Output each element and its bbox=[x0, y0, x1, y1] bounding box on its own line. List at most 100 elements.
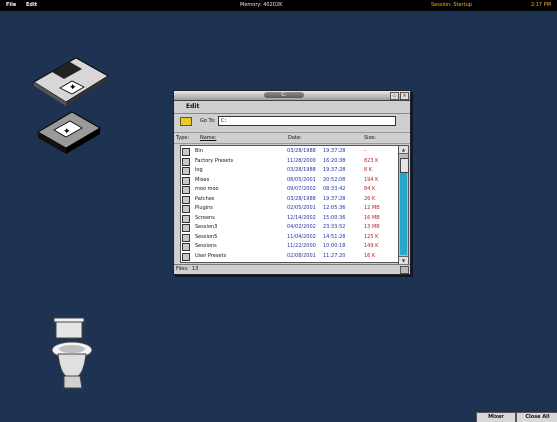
file-name: Session5 bbox=[195, 233, 218, 240]
memory-readout: Memory: 40202K bbox=[240, 2, 283, 8]
file-size: 125 K bbox=[364, 233, 379, 240]
file-time: 20:52:08 bbox=[323, 176, 346, 183]
goto-input[interactable]: C: bbox=[218, 116, 396, 126]
file-size: 12 MB bbox=[364, 205, 380, 211]
menu-bar: File Edit Memory: 40202K Session: Startu… bbox=[0, 0, 557, 11]
file-date: 04/02/2002 bbox=[287, 224, 316, 230]
file-date: 12/14/2002 bbox=[287, 214, 316, 221]
list-item[interactable]: log 03/28/1988 19:37:28 8 K bbox=[181, 166, 399, 175]
folder-icon bbox=[182, 148, 190, 156]
file-browser-window: C: ◇ × Edit Go To: C: Type: Name: Date: … bbox=[173, 90, 411, 275]
file-name: Patches bbox=[195, 195, 215, 202]
window-title-bar[interactable]: C: ◇ × bbox=[174, 91, 410, 101]
file-time: 19:37:28 bbox=[323, 195, 346, 202]
file-date: 03/28/1988 bbox=[287, 167, 316, 173]
vertical-scrollbar[interactable]: ▲ ▼ bbox=[398, 145, 409, 265]
file-time: 15:00:36 bbox=[323, 214, 346, 221]
file-time: 14:51:28 bbox=[323, 233, 346, 240]
file-time: 19:37:28 bbox=[323, 148, 346, 154]
file-name: moo moo bbox=[195, 186, 219, 192]
file-time: 12:05:36 bbox=[323, 205, 346, 211]
folder-icon bbox=[182, 176, 190, 185]
file-date: 09/07/2002 bbox=[287, 186, 316, 192]
folder-icon bbox=[182, 186, 190, 194]
folder-icon bbox=[182, 233, 190, 242]
edit-menu[interactable]: Edit bbox=[186, 103, 199, 110]
file-name: Plugins bbox=[195, 205, 213, 211]
collapse-icon[interactable]: ◇ bbox=[390, 92, 399, 100]
file-date: 03/28/1988 bbox=[287, 195, 316, 202]
file-size: 8 K bbox=[364, 167, 373, 173]
hard-disk-icon[interactable]: ✦ bbox=[36, 108, 102, 156]
file-date: 11/22/2000 bbox=[287, 243, 316, 249]
folder-icon bbox=[182, 243, 190, 251]
list-item[interactable]: Screens 12/14/2002 15:00:36 16 MB bbox=[181, 214, 399, 223]
file-time: 11:27:20 bbox=[323, 252, 346, 259]
list-item[interactable]: Bin 03/28/1988 19:37:28 – bbox=[181, 147, 399, 156]
file-date: 11/04/2002 bbox=[287, 233, 316, 240]
folder-icon bbox=[182, 205, 190, 213]
divider bbox=[174, 113, 410, 114]
folder-icon bbox=[182, 252, 190, 261]
file-name: Bin bbox=[195, 148, 203, 154]
list-item[interactable]: Factory Presets 11/28/2000 16:20:38 823 K bbox=[181, 157, 399, 166]
list-item[interactable]: Sessions 11/22/2000 10:00:18 149 K bbox=[181, 242, 399, 251]
file-time: 16:20:38 bbox=[323, 157, 346, 164]
file-size: 26 K bbox=[364, 195, 376, 202]
file-time: 23:33:52 bbox=[323, 224, 346, 230]
goto-label: Go To: bbox=[200, 118, 216, 124]
list-item[interactable]: Patches 03/28/1988 19:37:28 26 K bbox=[181, 195, 399, 204]
menu-file[interactable]: File bbox=[6, 0, 16, 11]
file-size: – bbox=[364, 148, 367, 154]
list-item[interactable]: User Presets 02/08/2001 11:27:20 16 K bbox=[181, 252, 399, 261]
goto-row: Go To: C: bbox=[174, 115, 410, 127]
trash-toilet-icon[interactable] bbox=[48, 316, 98, 392]
header-name[interactable]: Name: bbox=[200, 135, 216, 141]
file-name: Factory Presets bbox=[195, 157, 234, 164]
file-time: 19:37:28 bbox=[323, 167, 346, 173]
folder-icon bbox=[182, 224, 190, 232]
header-date[interactable]: Date: bbox=[288, 135, 302, 141]
scroll-up-icon[interactable]: ▲ bbox=[399, 146, 408, 154]
folder-icon bbox=[182, 157, 190, 166]
resize-grip-icon[interactable] bbox=[400, 266, 409, 274]
list-item[interactable]: Plugins 02/05/2001 12:05:36 12 MB bbox=[181, 204, 399, 213]
file-time: 08:33:42 bbox=[323, 186, 346, 192]
floppy-disk-icon[interactable]: ✦ bbox=[30, 52, 110, 106]
file-size: 149 K bbox=[364, 243, 379, 249]
scroll-track[interactable] bbox=[400, 173, 407, 255]
file-size: 16 K bbox=[364, 252, 376, 259]
svg-text:✦: ✦ bbox=[69, 83, 77, 93]
svg-text:✦: ✦ bbox=[63, 127, 71, 137]
list-item[interactable]: Session3 04/02/2002 23:33:52 13 MB bbox=[181, 223, 399, 232]
list-item[interactable]: Mixes 08/05/2001 20:52:08 194 K bbox=[181, 176, 399, 185]
folder-icon bbox=[182, 195, 190, 204]
window-footer: Files: 13 bbox=[174, 264, 410, 274]
file-name: log bbox=[195, 167, 203, 173]
files-label: Files: bbox=[176, 266, 189, 272]
file-date: 02/05/2001 bbox=[287, 205, 316, 211]
file-date: 11/28/2000 bbox=[287, 157, 316, 164]
list-item[interactable]: moo moo 09/07/2002 08:33:42 84 K bbox=[181, 185, 399, 194]
file-name: Screens bbox=[195, 214, 215, 221]
close-icon[interactable]: × bbox=[400, 92, 409, 100]
file-name: Sessions bbox=[195, 243, 217, 249]
file-list: Bin 03/28/1988 19:37:28 – Factory Presets 11/… bbox=[180, 145, 400, 263]
window-title: C: bbox=[264, 92, 304, 98]
parent-folder-icon[interactable] bbox=[180, 117, 192, 126]
header-type[interactable]: Type: bbox=[176, 135, 189, 141]
header-size[interactable]: Size: bbox=[364, 135, 376, 141]
file-size: 16 MB bbox=[364, 214, 380, 221]
menu-edit[interactable]: Edit bbox=[26, 0, 37, 11]
scroll-thumb[interactable] bbox=[400, 158, 409, 173]
clock: 2:17 PM bbox=[530, 2, 551, 8]
file-name: Mixes bbox=[195, 176, 210, 183]
session-readout: Session: Startup bbox=[431, 2, 472, 8]
file-time: 10:00:18 bbox=[323, 243, 346, 249]
document-icon bbox=[182, 167, 190, 175]
scroll-down-icon[interactable]: ▼ bbox=[399, 256, 408, 264]
folder-icon bbox=[182, 214, 190, 223]
file-date: 08/05/2001 bbox=[287, 176, 316, 183]
list-item[interactable]: Session5 11/04/2002 14:51:28 125 K bbox=[181, 233, 399, 242]
column-header: Type: Name: Date: Size: bbox=[174, 132, 410, 144]
